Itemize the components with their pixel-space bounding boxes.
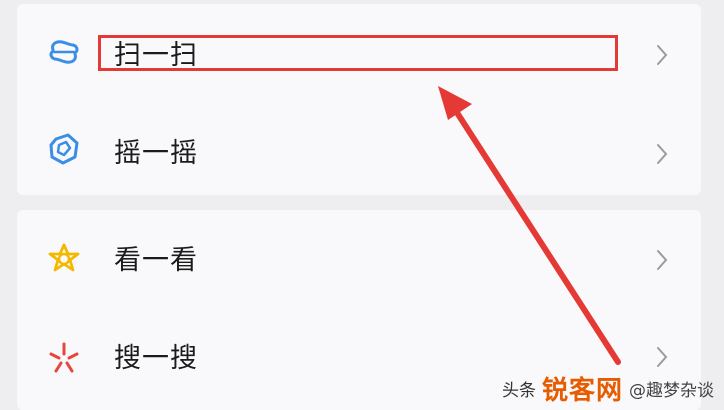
look-icon	[48, 243, 80, 272]
menu-item-shake[interactable]: 摇一摇	[17, 100, 701, 196]
highlight-box	[98, 35, 618, 71]
chevron-right-icon	[657, 250, 668, 270]
scan-icon	[49, 40, 79, 64]
menu-group-1: 扫一扫 摇一摇	[17, 4, 701, 195]
menu-item-label: 看一看	[114, 245, 198, 276]
watermark-site: 锐客网	[541, 375, 623, 406]
watermark: 头条 锐客网 @趣梦杂谈	[502, 370, 714, 406]
watermark-source: 头条	[501, 380, 536, 401]
shake-icon	[49, 133, 79, 165]
watermark-account: @趣梦杂谈	[629, 380, 714, 401]
search-icon	[49, 342, 79, 373]
menu-item-look[interactable]: 看一看	[17, 210, 701, 306]
chevron-right-icon	[657, 347, 668, 367]
menu-item-label: 摇一摇	[114, 138, 198, 169]
menu-item-label: 搜一搜	[114, 343, 198, 374]
chevron-right-icon	[657, 144, 668, 164]
chevron-right-icon	[657, 45, 668, 65]
